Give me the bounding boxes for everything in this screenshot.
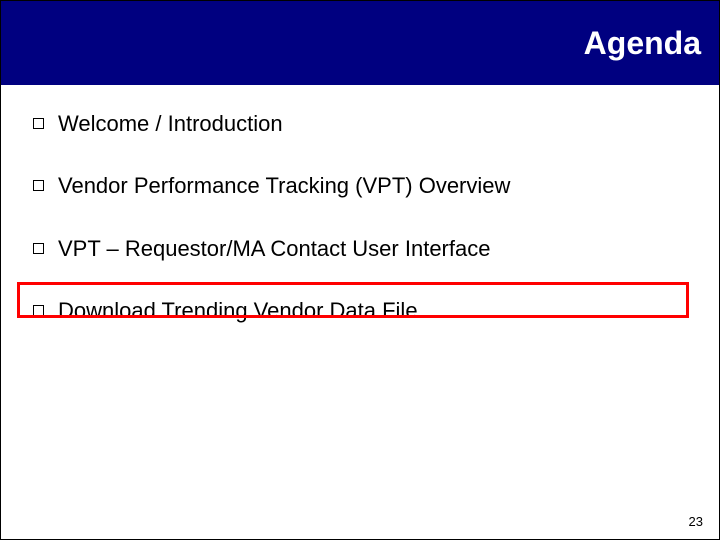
checkbox-bullet-icon xyxy=(33,243,44,254)
list-item: Welcome / Introduction xyxy=(33,109,687,139)
list-item-text: Welcome / Introduction xyxy=(58,111,283,137)
list-item: Vendor Performance Tracking (VPT) Overvi… xyxy=(33,171,687,201)
list-item: Download Trending Vendor Data File xyxy=(33,296,687,326)
list-item-text: Download Trending Vendor Data File xyxy=(58,298,418,324)
list-item-text: VPT – Requestor/MA Contact User Interfac… xyxy=(58,236,490,262)
checkbox-bullet-icon xyxy=(33,305,44,316)
list-item: VPT – Requestor/MA Contact User Interfac… xyxy=(33,234,687,264)
list-item-text: Vendor Performance Tracking (VPT) Overvi… xyxy=(58,173,510,199)
slide-title: Agenda xyxy=(584,25,701,62)
checkbox-bullet-icon xyxy=(33,180,44,191)
checkbox-bullet-icon xyxy=(33,118,44,129)
slide: Agenda Welcome / Introduction Vendor Per… xyxy=(0,0,720,540)
page-number: 23 xyxy=(689,514,703,529)
title-bar: Agenda xyxy=(1,1,719,85)
content-area: Welcome / Introduction Vendor Performanc… xyxy=(33,109,687,499)
